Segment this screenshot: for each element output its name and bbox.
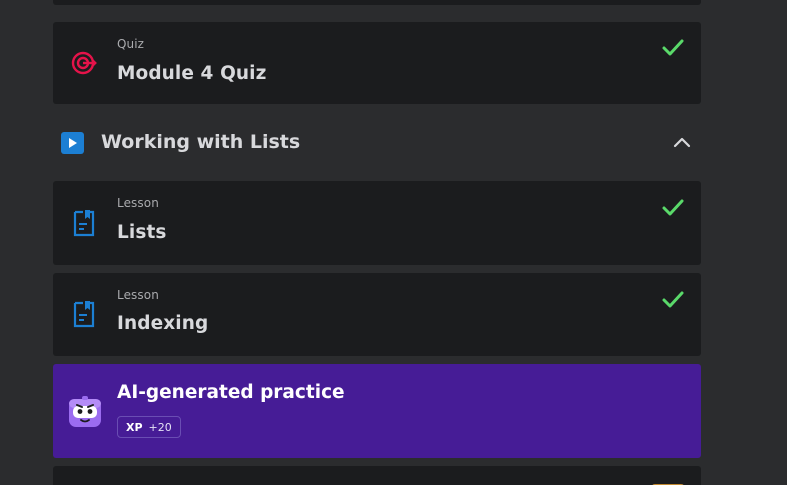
section-title: Working with Lists xyxy=(101,131,301,153)
play-icon xyxy=(61,132,84,154)
next-item-card[interactable] xyxy=(53,466,701,485)
ai-practice-card[interactable]: AI-generated practice XP +20 xyxy=(53,364,701,458)
target-icon xyxy=(69,48,99,78)
item-title: Module 4 Quiz xyxy=(117,63,267,84)
document-icon xyxy=(69,208,99,238)
lesson-card-indexing[interactable]: Lesson Indexing xyxy=(53,273,701,356)
xp-label: XP xyxy=(126,420,143,434)
checkmark-icon xyxy=(662,291,684,308)
lesson-card-lists[interactable]: Lesson Lists xyxy=(53,181,701,265)
previous-item-card[interactable] xyxy=(53,0,701,5)
item-type-label: Lesson xyxy=(117,288,159,302)
checkmark-icon xyxy=(662,39,684,56)
course-outline: Quiz Module 4 Quiz Working with Lists Le… xyxy=(0,0,787,485)
item-type-label: Quiz xyxy=(117,37,145,51)
item-title: Lists xyxy=(117,222,167,243)
chevron-up-icon[interactable] xyxy=(671,132,693,154)
section-header-working-with-lists[interactable]: Working with Lists xyxy=(53,118,701,168)
item-title: Indexing xyxy=(117,313,209,334)
ai-practice-title: AI-generated practice xyxy=(117,382,345,403)
quiz-card[interactable]: Quiz Module 4 Quiz xyxy=(53,22,701,104)
document-icon xyxy=(69,299,99,329)
xp-value: +20 xyxy=(148,420,172,434)
checkmark-icon xyxy=(662,199,684,216)
robot-avatar-icon xyxy=(69,396,101,427)
xp-badge: XP +20 xyxy=(117,416,181,438)
item-type-label: Lesson xyxy=(117,196,159,210)
